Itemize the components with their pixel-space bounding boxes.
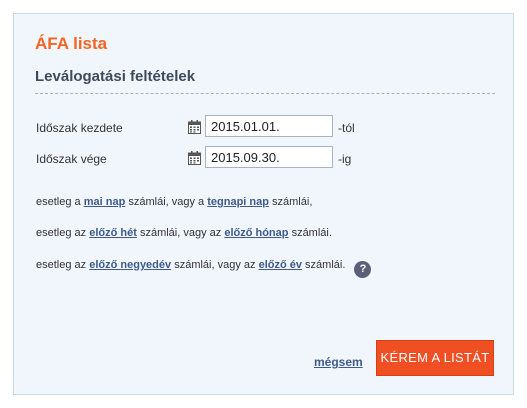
help-icon[interactable]: ?: [354, 261, 372, 278]
quick-links-line-3: esetleg az előző negyedév számlái, vagy …: [36, 259, 372, 278]
previous-quarter-link[interactable]: előző negyedév: [89, 259, 171, 271]
page-title: ÁFA lista: [35, 34, 108, 53]
end-date-suffix: -ig: [338, 152, 352, 166]
afa-list-panel: ÁFA lista Leválogatási feltételek Idősza…: [13, 13, 514, 395]
previous-year-link[interactable]: előző év: [259, 259, 302, 271]
quick-links-text: számlái,: [272, 196, 313, 208]
quick-links-text: számlái, vagy az: [139, 227, 222, 239]
section-divider: [35, 93, 495, 94]
end-date-label: Időszak vége: [36, 152, 107, 166]
quick-links-text: számlái.: [291, 227, 332, 239]
quick-links-line-1: esetleg a mai nap számlái, vagy a tegnap…: [36, 196, 312, 208]
start-date-suffix: -tól: [338, 121, 355, 135]
today-link[interactable]: mai nap: [84, 196, 126, 208]
quick-links-text: számlái.: [305, 259, 346, 271]
quick-links-text: esetleg az: [36, 227, 87, 239]
quick-links-text: számlái, vagy a: [128, 196, 205, 208]
quick-links-text: esetleg az: [36, 259, 87, 271]
previous-month-link[interactable]: előző hónap: [224, 227, 288, 239]
end-date-input[interactable]: [205, 146, 333, 168]
previous-week-link[interactable]: előző hét: [89, 227, 137, 239]
start-date-label: Időszak kezdete: [36, 121, 123, 135]
request-list-button[interactable]: KÉREM A LISTÁT: [376, 340, 494, 376]
yesterday-link[interactable]: tegnapi nap: [207, 196, 269, 208]
quick-links-line-2: esetleg az előző hét számlái, vagy az el…: [36, 227, 332, 239]
quick-links-text: esetleg a: [36, 196, 81, 208]
calendar-icon[interactable]: [188, 151, 201, 165]
cancel-link[interactable]: mégsem: [314, 355, 363, 369]
calendar-icon[interactable]: [188, 120, 201, 134]
section-title: Leválogatási feltételek: [35, 68, 196, 85]
quick-links-text: számlái, vagy az: [174, 259, 256, 271]
start-date-input[interactable]: [205, 115, 333, 137]
